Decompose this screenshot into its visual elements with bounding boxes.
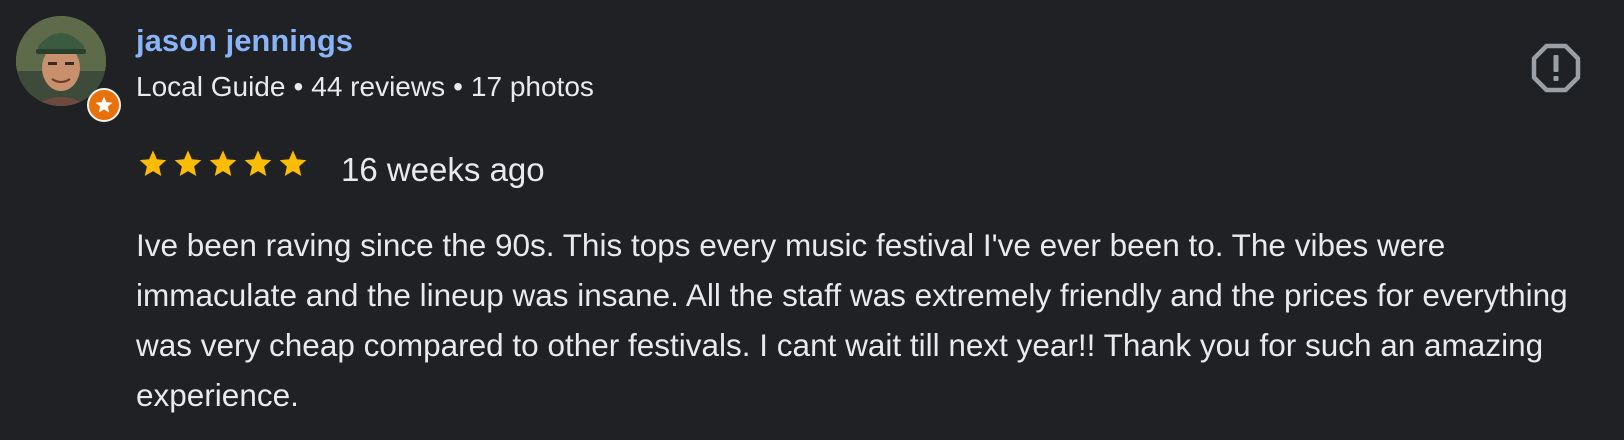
report-review-button[interactable] [1530, 42, 1582, 94]
reviewer-meta: Local Guide • 44 reviews • 17 photos [136, 68, 594, 106]
star-filled-icon [279, 150, 307, 176]
review-time: 16 weeks ago [341, 151, 545, 188]
local-guide-star-icon [95, 96, 113, 113]
meta-separator: • [453, 71, 463, 102]
local-guide-label: Local Guide [136, 71, 286, 102]
star-filled-icon [244, 150, 272, 176]
reviewer-name[interactable]: jason jennings [136, 20, 353, 62]
meta-separator: • [293, 71, 304, 102]
review-card: jason jennings Local Guide • 44 reviews • 17… [0, 0, 1624, 440]
report-octagon-icon [1531, 43, 1581, 93]
star-rating [137, 148, 309, 180]
star-filled-icon [209, 150, 237, 176]
review-count: 44 reviews [311, 71, 446, 102]
local-guide-badge [87, 88, 121, 122]
star-filled-icon [174, 150, 202, 176]
review-text: Ive been raving since the 90s. This tops… [136, 227, 1568, 413]
photo-count: 17 photos [470, 71, 594, 102]
star-filled-icon [139, 150, 167, 176]
avatar[interactable] [16, 16, 121, 122]
